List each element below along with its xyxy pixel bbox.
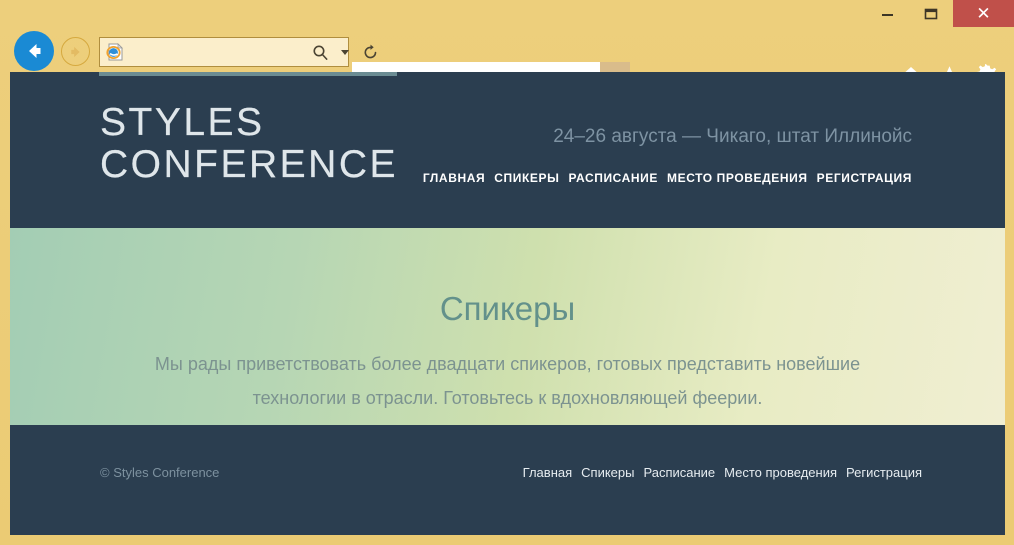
close-button[interactable]: ✕ <box>953 0 1014 27</box>
footer-nav-item-speakers[interactable]: Спикеры <box>581 465 634 480</box>
footer-nav-item-schedule[interactable]: Расписание <box>643 465 715 480</box>
site-logo[interactable]: Styles Conference <box>100 102 398 186</box>
copyright-text: © Styles Conference <box>100 465 219 480</box>
footer-nav-item-home[interactable]: Главная <box>523 465 572 480</box>
footer-nav-item-register[interactable]: Регистрация <box>846 465 922 480</box>
nav-item-home[interactable]: ГЛАВНАЯ <box>423 171 485 185</box>
footer-navigation: Главная Спикеры Расписание Место проведе… <box>523 465 922 480</box>
refresh-icon[interactable] <box>359 40 381 64</box>
minimize-icon <box>881 7 894 20</box>
search-icon[interactable] <box>309 40 331 64</box>
site-tagline: 24–26 августа — Чикаго, штат Иллинойс <box>553 126 912 148</box>
maximize-button[interactable] <box>909 0 953 27</box>
address-bar-actions <box>309 40 381 64</box>
nav-item-register[interactable]: РЕГИСТРАЦИЯ <box>817 171 912 185</box>
page-viewport: Styles Conference 24–26 августа — Чикаго… <box>10 72 1005 535</box>
site-header: Styles Conference 24–26 августа — Чикаго… <box>10 72 1005 228</box>
nav-item-schedule[interactable]: РАСПИСАНИЕ <box>568 171 658 185</box>
nav-item-speakers[interactable]: СПИКЕРЫ <box>494 171 559 185</box>
main-navigation: ГЛАВНАЯ СПИКЕРЫ РАСПИСАНИЕ МЕСТО ПРОВЕДЕ… <box>423 171 912 185</box>
forward-arrow-icon <box>68 44 84 60</box>
loading-strip <box>99 72 397 76</box>
browser-window: ✕ <box>0 0 1014 545</box>
back-button[interactable] <box>14 31 54 71</box>
chevron-down-glyph <box>341 50 349 55</box>
window-controls: ✕ <box>865 0 1014 27</box>
logo-line-2: Conference <box>100 144 398 186</box>
page-title: Спикеры <box>10 290 1005 328</box>
minimize-button[interactable] <box>865 0 909 27</box>
title-bar: ✕ <box>0 0 1014 27</box>
nav-item-venue[interactable]: МЕСТО ПРОВЕДЕНИЯ <box>667 171 808 185</box>
site-footer: © Styles Conference Главная Спикеры Расп… <box>10 425 1005 535</box>
maximize-icon <box>924 7 938 21</box>
address-bar[interactable] <box>99 37 349 67</box>
browser-toolbar: Styles Conference ✕ <box>0 27 1014 72</box>
hero-section: Спикеры Мы рады приветствовать более два… <box>10 228 1005 425</box>
address-input[interactable] <box>125 39 309 65</box>
hero-subtitle: Мы рады приветствовать более двадцати сп… <box>120 347 895 415</box>
back-arrow-icon <box>23 40 45 62</box>
forward-button[interactable] <box>61 37 90 66</box>
close-icon: ✕ <box>976 5 990 22</box>
page-document-icon <box>105 42 125 62</box>
chevron-down-icon[interactable] <box>334 40 356 64</box>
logo-line-1: Styles <box>100 102 398 144</box>
footer-nav-item-venue[interactable]: Место проведения <box>724 465 837 480</box>
